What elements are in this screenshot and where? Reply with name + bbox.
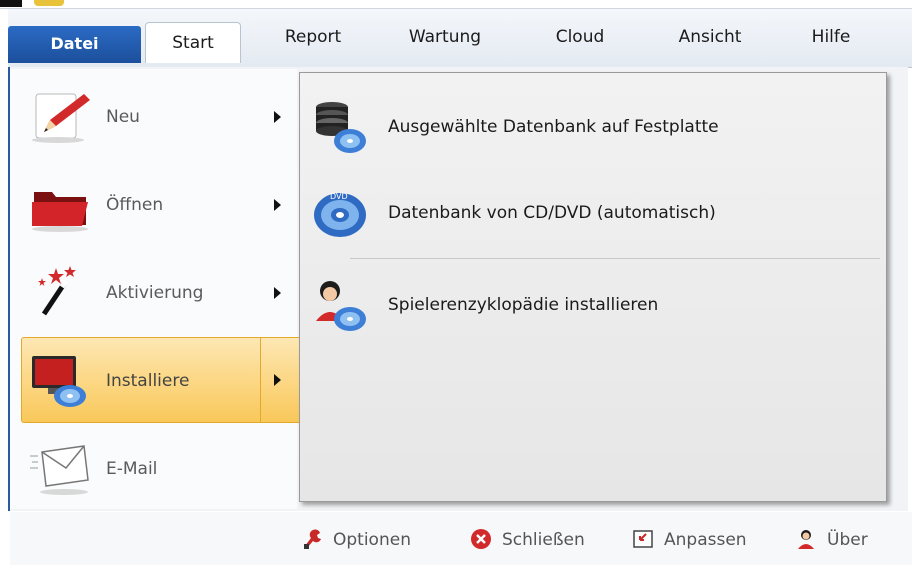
tab-wartung[interactable]: Wartung: [385, 18, 505, 56]
submenu-arrow-icon: [274, 287, 281, 299]
submenu-item-label: Ausgewählte Datenbank auf Festplatte: [388, 117, 719, 137]
menu-item-aktivierung[interactable]: Aktivierung: [12, 250, 292, 336]
submenu-arrow-icon: [274, 199, 281, 211]
submenu-item-label: Spielerenzyklopädie installieren: [388, 295, 659, 315]
optionen-button[interactable]: Optionen: [301, 528, 441, 552]
schliessen-label: Schließen: [502, 530, 585, 550]
submenu-item-label: Datenbank von CD/DVD (automatisch): [388, 203, 716, 223]
player-disc-icon: [312, 277, 370, 335]
ueber-label: Über: [827, 530, 868, 550]
anpassen-label: Anpassen: [664, 530, 747, 550]
menu-item-label: Neu: [106, 107, 140, 127]
tab-cloud[interactable]: Cloud: [535, 18, 625, 56]
menu-item-email[interactable]: E-Mail: [12, 426, 292, 512]
menu-item-label: E-Mail: [106, 459, 158, 479]
quick-access-icon[interactable]: [34, 0, 64, 6]
submenu-separator: [350, 258, 880, 259]
window-arrow-icon: [632, 528, 654, 550]
schliessen-button[interactable]: Schließen: [470, 528, 620, 552]
menu-item-label: Öffnen: [106, 195, 164, 215]
user-icon: [795, 528, 817, 550]
monitor-disc-icon: [30, 354, 92, 408]
tab-datei[interactable]: Datei: [8, 26, 141, 63]
envelope-icon: [30, 442, 92, 496]
anpassen-button[interactable]: Anpassen: [632, 528, 772, 552]
pencil-icon: [30, 90, 92, 144]
svg-text:DVD: DVD: [330, 192, 348, 201]
menu-item-label: Installiere: [106, 371, 190, 391]
close-circle-icon: [470, 528, 492, 550]
menu-item-label: Aktivierung: [106, 283, 204, 303]
database-disc-icon: [312, 99, 370, 157]
wrench-icon: [301, 528, 323, 550]
submenu-item-datenbank-cd-dvd[interactable]: DVD Datenbank von CD/DVD (automatisch): [308, 173, 878, 253]
folder-icon: [30, 178, 92, 232]
tab-hilfe[interactable]: Hilfe: [792, 18, 870, 56]
tab-ansicht[interactable]: Ansicht: [655, 18, 765, 56]
submenu-item-datenbank-festplatte[interactable]: Ausgewählte Datenbank auf Festplatte: [308, 87, 878, 167]
file-menu-footer: Optionen Schließen Anpassen Über: [10, 512, 912, 565]
split-divider: [260, 338, 261, 422]
installiere-submenu-panel: Ausgewählte Datenbank auf Festplatte DVD…: [299, 72, 887, 502]
submenu-arrow-icon: [274, 111, 281, 123]
window-corner: [0, 0, 22, 7]
menu-item-oeffnen[interactable]: Öffnen: [12, 162, 292, 248]
submenu-arrow-icon[interactable]: [274, 374, 281, 386]
ueber-button[interactable]: Über: [795, 528, 895, 552]
dvd-icon: DVD: [312, 185, 370, 243]
tab-start[interactable]: Start: [145, 22, 241, 63]
tab-report[interactable]: Report: [268, 18, 358, 56]
menu-item-neu[interactable]: Neu: [12, 74, 292, 160]
magic-wand-icon: [30, 266, 92, 320]
optionen-label: Optionen: [333, 530, 411, 550]
menu-item-installiere[interactable]: Installiere: [21, 337, 302, 423]
window-top-strip: [0, 0, 912, 9]
submenu-item-spielerenzyklopaedie[interactable]: Spielerenzyklopädie installieren: [308, 265, 878, 345]
